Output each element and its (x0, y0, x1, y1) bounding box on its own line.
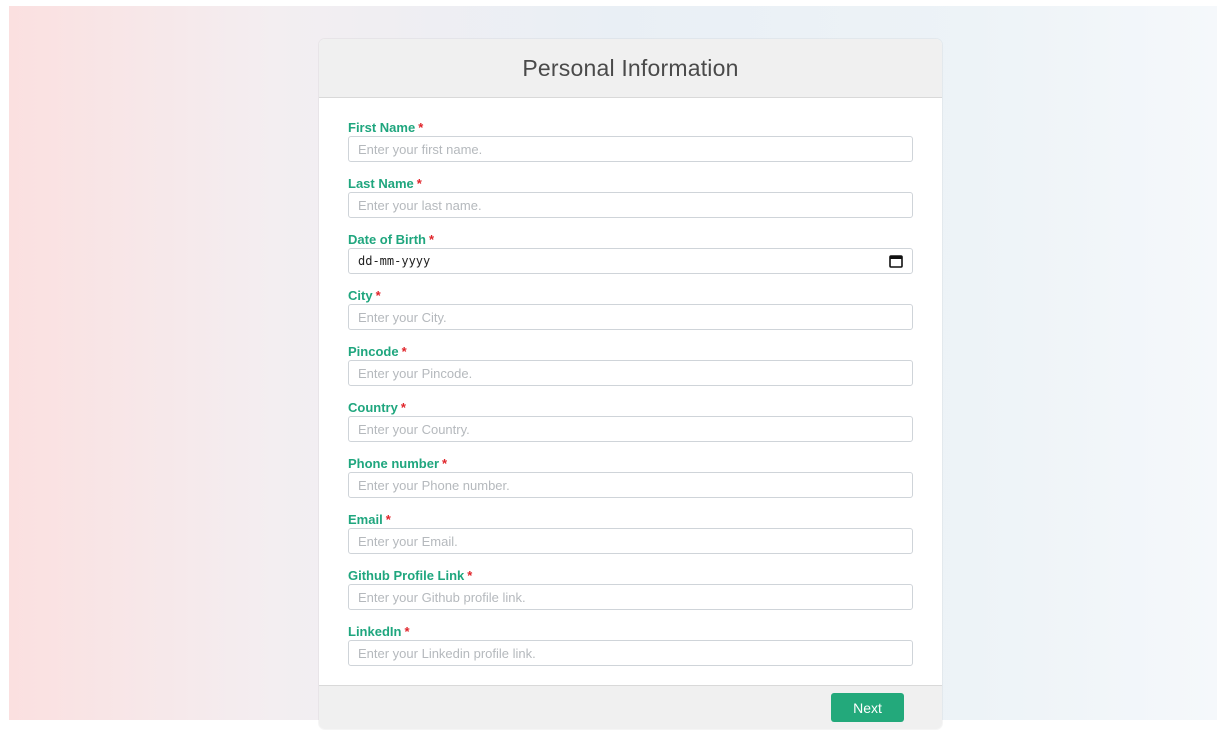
country-field: Country * (348, 399, 913, 455)
pincode-field: Pincode * (348, 343, 913, 399)
first-name-input[interactable] (348, 136, 913, 162)
next-button[interactable]: Next (831, 693, 904, 722)
form-body: First Name* Last Name* Date of Birth* dd… (319, 98, 942, 679)
form-footer: Next (319, 685, 942, 729)
date-of-birth-label: Date of Birth (348, 232, 426, 247)
first-name-field: First Name * (348, 119, 913, 175)
required-marker: * (375, 288, 381, 303)
last-name-field: Last Name * (348, 175, 913, 231)
date-of-birth-value: dd-mm-yyyy (358, 254, 431, 268)
city-label: City (348, 288, 373, 303)
linkedin-label: LinkedIn (348, 624, 402, 639)
city-field: City * (348, 287, 913, 343)
date-of-birth-field: Date of Birth * dd-mm-yyyy (348, 231, 913, 287)
page-background: Personal Information First Name* Last Na… (9, 6, 1217, 729)
calendar-icon[interactable] (889, 254, 903, 268)
last-name-label: Last Name (348, 176, 414, 191)
last-name-input[interactable] (348, 192, 913, 218)
form-header: Personal Information (319, 39, 942, 98)
required-marker: * (418, 120, 424, 135)
pincode-label: Pincode (348, 344, 399, 359)
phone-number-label: Phone number (348, 456, 440, 471)
email-field: Email * (348, 511, 913, 567)
country-input[interactable] (348, 416, 913, 442)
form-title: Personal Information (522, 54, 739, 81)
required-marker: * (442, 456, 448, 471)
first-name-label: First Name (348, 120, 416, 135)
city-input[interactable] (348, 304, 913, 330)
required-marker: * (404, 624, 410, 639)
github-profile-input[interactable] (348, 584, 913, 610)
email-input[interactable] (348, 528, 913, 554)
github-profile-field: Github Profile Link * (348, 567, 913, 623)
pincode-input[interactable] (348, 360, 913, 386)
linkedin-field: LinkedIn * (348, 623, 913, 679)
date-of-birth-input[interactable]: dd-mm-yyyy (348, 248, 913, 274)
required-marker: * (416, 176, 422, 191)
required-marker: * (400, 400, 406, 415)
required-marker: * (429, 232, 435, 247)
required-marker: * (467, 568, 473, 583)
email-label: Email (348, 512, 383, 527)
phone-number-field: Phone number * (348, 455, 913, 511)
github-profile-label: Github Profile Link (348, 568, 465, 583)
linkedin-input[interactable] (348, 640, 913, 666)
required-marker: * (385, 512, 391, 527)
phone-number-input[interactable] (348, 472, 913, 498)
required-marker: * (401, 344, 407, 359)
personal-info-form: Personal Information First Name* Last Na… (319, 39, 942, 729)
country-label: Country (348, 400, 398, 415)
